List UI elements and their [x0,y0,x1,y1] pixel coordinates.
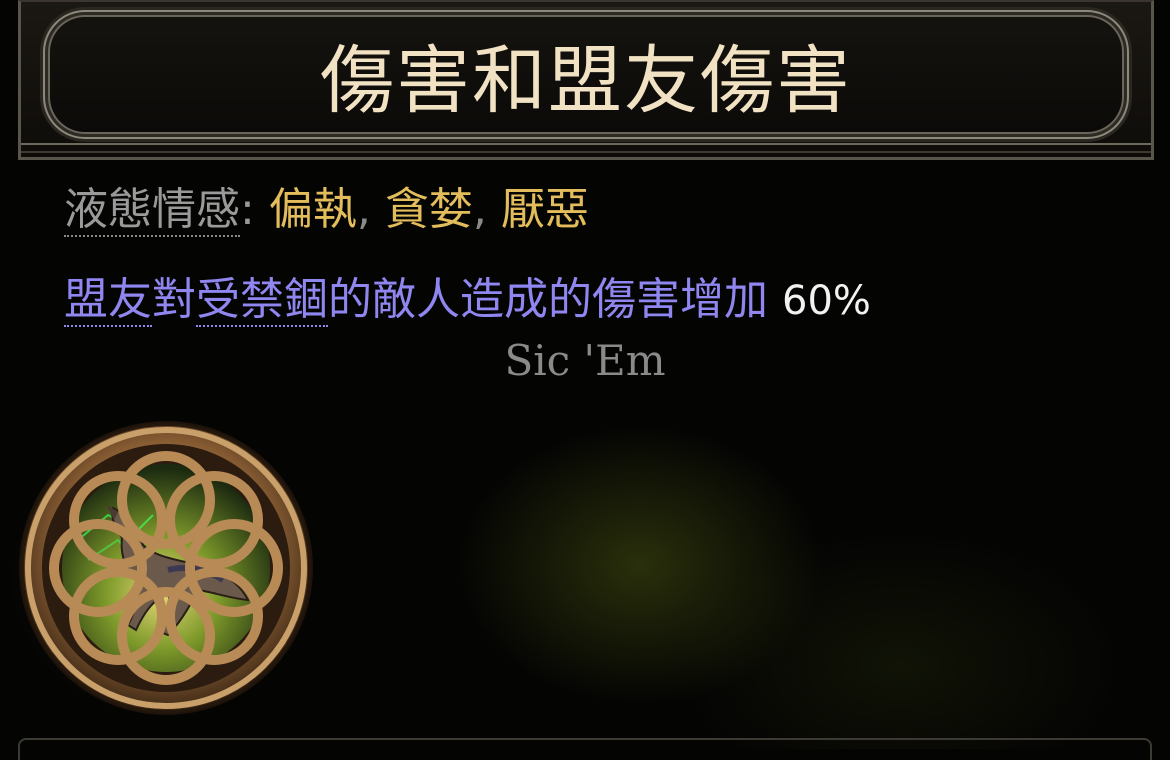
flavor-text: Sic 'Em [504,336,666,385]
modifier-line: 盟友對受禁錮的敵人造成的傷害增加 60% [64,270,871,331]
liquid-emotion-label[interactable]: 液態情感 [64,184,240,237]
tooltip-header: 傷害和盟友傷害 [18,0,1154,160]
tooltip-bottom-edge [18,738,1152,760]
tooltip-title: 傷害和盟友傷害 [320,38,852,124]
emotion-disgust: 厭惡 [500,184,589,235]
colon: : [240,184,255,235]
modifier-text: 對 [152,274,196,325]
modifier-value: 60% [782,278,871,324]
notable-passive-drake-icon [18,420,314,716]
background-scene-glow [300,415,1170,749]
emotion-requirement: 液態情感: 偏執, 貪婪, 厭惡 [64,180,589,240]
separator: , [356,184,371,235]
header-divider [21,143,1151,153]
emotion-greed: 貪婪 [384,184,473,235]
emotion-paranoia: 偏執 [268,184,357,235]
keyword-imprisoned[interactable]: 受禁錮 [196,274,328,327]
modifier-text: 的敵人造成的傷害增加 [328,274,768,325]
keyword-minions[interactable]: 盟友 [64,274,152,327]
separator: , [472,184,487,235]
